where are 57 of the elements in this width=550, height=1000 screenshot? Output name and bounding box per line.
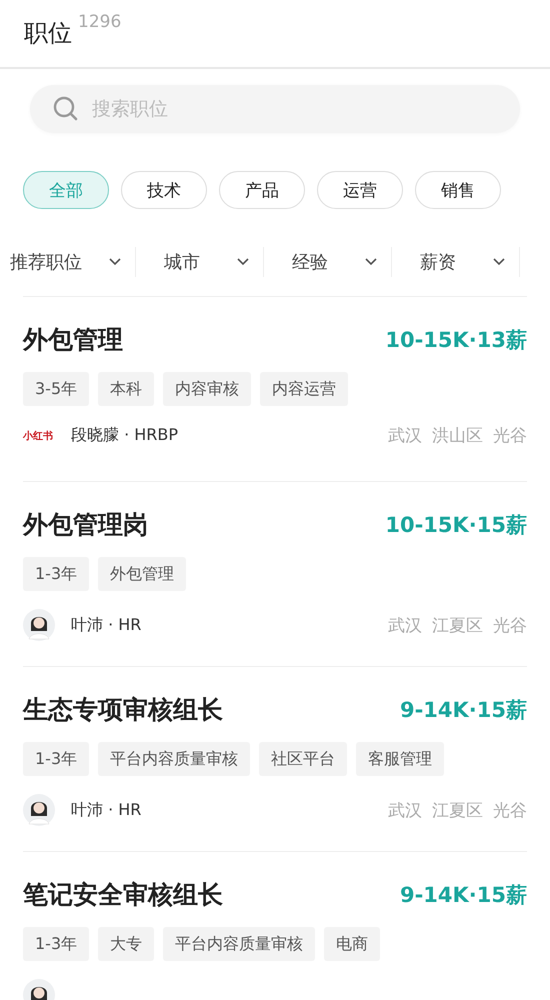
job-title: 生态专项审核组长 bbox=[23, 694, 223, 726]
salary-range: 10-15K·15薪 bbox=[385, 512, 527, 538]
filter-dropdown[interactable]: 城市 bbox=[138, 247, 264, 277]
category-chip[interactable]: 产品 bbox=[219, 171, 305, 209]
job-tag: 1-3年 bbox=[23, 742, 90, 776]
salary-range: 10-15K·13薪 bbox=[385, 326, 527, 354]
job-card[interactable]: 外包管理 10-15K·13薪 3-5年 本科 内容审核 内容运营 小红书 段晓朦 · HRBP 武汉 洪山区 光谷 bbox=[23, 297, 527, 482]
location-text: 光谷 bbox=[493, 614, 527, 636]
recruiter-name: 叶沛 · HR bbox=[71, 614, 142, 636]
recruiter-name: 段晓朦 · HRBP bbox=[71, 425, 180, 446]
avatar-icon bbox=[23, 609, 55, 641]
job-tag: 社区平台 bbox=[259, 742, 348, 776]
location-text: 武汉 bbox=[388, 800, 422, 822]
category-chip[interactable]: 技术 bbox=[121, 171, 207, 209]
recruiter-name: 叶沛 · HR bbox=[71, 800, 142, 820]
caret-icon bbox=[237, 258, 249, 266]
salary-range: 9-14K·15薪 bbox=[400, 696, 527, 724]
location-text: 武汉 bbox=[388, 425, 422, 447]
job-tag: 3-5年 bbox=[23, 372, 90, 406]
job-title: 外包管理岗 bbox=[23, 509, 148, 541]
location-text: 武汉 bbox=[388, 614, 422, 636]
avatar-icon bbox=[23, 794, 55, 826]
job-tag: 大专 bbox=[98, 927, 154, 961]
job-tag: 本科 bbox=[98, 372, 154, 406]
job-tag: 客服管理 bbox=[356, 742, 444, 776]
job-tag: 平台内容质量审核 bbox=[163, 927, 316, 961]
caret-icon bbox=[109, 258, 121, 266]
job-card[interactable]: 笔记安全审核组长 9-14K·15薪 1-3年 大专 平台内容质量审核 电商 bbox=[23, 852, 527, 1000]
category-chip[interactable]: 销售 bbox=[415, 171, 501, 209]
job-tag: 外包管理 bbox=[98, 557, 186, 591]
salary-range: 9-14K·15薪 bbox=[400, 882, 527, 908]
filter-dropdown[interactable]: 推荐职位 bbox=[10, 247, 136, 277]
location-text: 江夏区 bbox=[432, 800, 483, 822]
caret-icon bbox=[365, 258, 377, 266]
job-tag: 内容审核 bbox=[163, 372, 252, 406]
job-title: 笔记安全审核组长 bbox=[23, 879, 223, 911]
job-card[interactable]: 生态专项审核组长 9-14K·15薪 1-3年 平台内容质量审核 社区平台 客服管理 叶沛 · HR 武汉 江夏区 光谷 bbox=[23, 667, 527, 852]
search-field[interactable]: 搜索职位 bbox=[30, 85, 520, 133]
job-tag: 1-3年 bbox=[23, 927, 90, 961]
location-text: 江夏区 bbox=[432, 614, 483, 636]
job-count: 1296 bbox=[78, 12, 122, 32]
job-tag: 电商 bbox=[324, 927, 380, 961]
job-title: 外包管理 bbox=[23, 324, 123, 356]
location-text: 光谷 bbox=[493, 425, 527, 447]
company-logo: 小红书 bbox=[23, 430, 54, 442]
job-card[interactable]: 外包管理岗 10-15K·15薪 1-3年 外包管理 叶沛 · HR 武汉 江夏区 光谷 bbox=[23, 482, 527, 667]
location-text: 光谷 bbox=[493, 800, 527, 822]
job-tag: 平台内容质量审核 bbox=[98, 742, 250, 776]
job-tag: 内容运营 bbox=[260, 372, 348, 406]
job-tag: 1-3年 bbox=[23, 557, 90, 591]
filter-dropdown[interactable]: 薪资 bbox=[394, 247, 520, 277]
filter-dropdown[interactable]: 经验 bbox=[266, 247, 392, 277]
location-text: 洪山区 bbox=[432, 425, 483, 447]
search-icon bbox=[52, 95, 80, 123]
page-title: 职位 bbox=[24, 18, 72, 49]
category-chip[interactable]: 运营 bbox=[317, 171, 403, 209]
caret-icon bbox=[493, 258, 505, 266]
